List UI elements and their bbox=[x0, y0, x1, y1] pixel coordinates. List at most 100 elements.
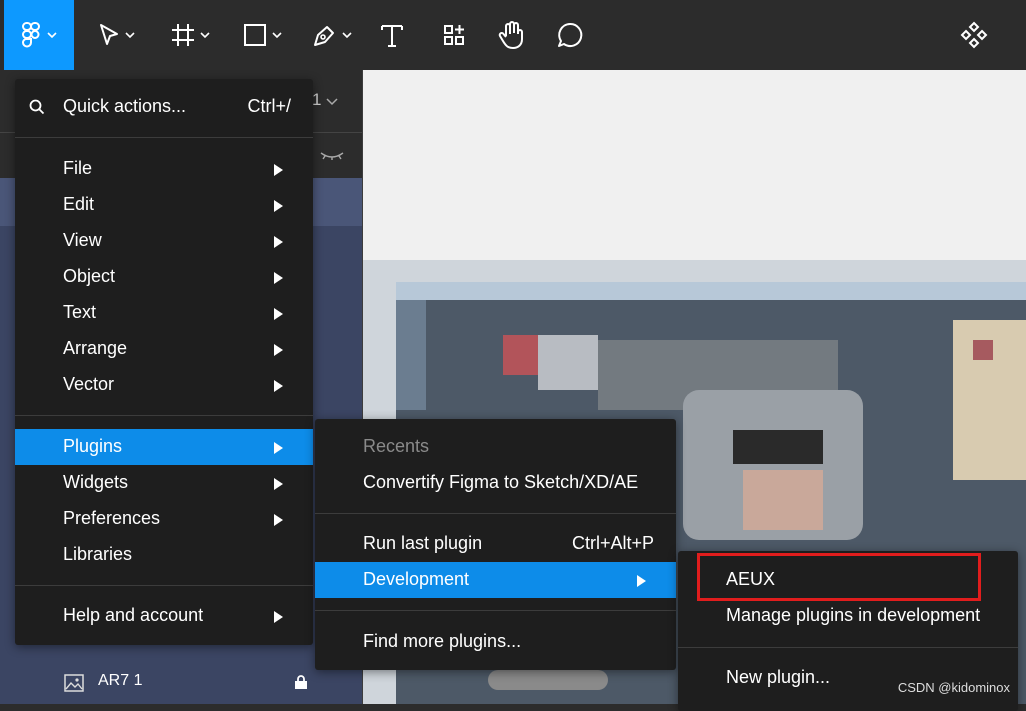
menu-item-manage-plugins[interactable]: Manage plugins in development bbox=[678, 598, 1018, 634]
menu-separator bbox=[678, 647, 1018, 648]
page-name[interactable]: 1 bbox=[312, 90, 321, 110]
hand-icon bbox=[498, 21, 523, 49]
image-pixel-block bbox=[538, 335, 598, 390]
submenu-arrow-icon bbox=[637, 575, 646, 587]
image-pixel-block bbox=[733, 430, 823, 464]
menu-item-shortcut: Ctrl+Alt+P bbox=[571, 533, 654, 553]
menu-item-edit[interactable]: Edit bbox=[15, 187, 313, 223]
submenu-arrow-icon bbox=[274, 380, 283, 392]
menu-item-label: Object bbox=[63, 266, 116, 286]
pen-tool-button[interactable] bbox=[304, 0, 360, 70]
menu-item-preferences[interactable]: Preferences bbox=[15, 501, 313, 537]
hand-tool-button[interactable] bbox=[494, 0, 530, 70]
menu-item-label: Development bbox=[363, 569, 470, 589]
recents-header: Recents bbox=[315, 429, 676, 465]
submenu-arrow-icon bbox=[274, 164, 283, 176]
text-icon bbox=[381, 25, 403, 47]
resources-icon bbox=[444, 25, 464, 45]
menu-item-plugins[interactable]: Plugins bbox=[15, 429, 313, 465]
plugins-submenu: Recents Convertify Figma to Sketch/XD/AE… bbox=[315, 419, 676, 670]
submenu-arrow-icon bbox=[274, 200, 283, 212]
menu-item-label: Quick actions... bbox=[63, 96, 187, 116]
components-icon bbox=[960, 21, 988, 49]
menu-separator bbox=[315, 610, 676, 611]
main-menu-button[interactable] bbox=[4, 0, 74, 70]
layer-name: AR7 1 bbox=[98, 672, 143, 689]
menu-item-label: Libraries bbox=[63, 544, 133, 564]
annotation-highlight-box bbox=[697, 553, 981, 601]
image-pixel-block bbox=[973, 340, 993, 360]
comment-tool-button[interactable] bbox=[552, 0, 588, 70]
text-tool-button[interactable] bbox=[374, 0, 410, 70]
chevron-down-icon bbox=[342, 32, 352, 39]
submenu-arrow-icon bbox=[274, 236, 283, 248]
menu-item-find-more-plugins[interactable]: Find more plugins... bbox=[315, 624, 676, 660]
menu-item-label: Find more plugins... bbox=[363, 631, 522, 651]
menu-item-label: Arrange bbox=[63, 338, 128, 358]
menu-item-quick-actions[interactable]: Quick actions... Ctrl+/ bbox=[15, 89, 313, 125]
components-button[interactable] bbox=[956, 0, 992, 70]
image-pixel-block bbox=[396, 300, 426, 410]
menu-separator bbox=[15, 137, 313, 138]
menu-item-shortcut: Ctrl+/ bbox=[247, 96, 291, 116]
chevron-down-icon bbox=[272, 32, 282, 39]
shape-tool-button[interactable] bbox=[234, 0, 290, 70]
menu-item-file[interactable]: File bbox=[15, 151, 313, 187]
lock-icon[interactable] bbox=[294, 674, 308, 690]
submenu-arrow-icon bbox=[274, 514, 283, 526]
menu-item-label: Edit bbox=[63, 194, 95, 214]
chevron-down-icon[interactable] bbox=[326, 98, 338, 106]
menu-item-libraries[interactable]: Libraries bbox=[15, 537, 313, 573]
comment-icon bbox=[558, 22, 583, 47]
move-tool-button[interactable] bbox=[88, 0, 144, 70]
eye-closed-icon[interactable] bbox=[319, 150, 345, 162]
menu-item-object[interactable]: Object bbox=[15, 259, 313, 295]
menu-item-recent-plugin[interactable]: Convertify Figma to Sketch/XD/AE bbox=[315, 465, 676, 501]
menu-section-label: Recents bbox=[363, 436, 430, 456]
menu-item-label: File bbox=[63, 158, 93, 178]
main-menu: Quick actions... Ctrl+/ File Edit View O… bbox=[15, 79, 313, 645]
menu-item-label: Widgets bbox=[63, 472, 129, 492]
menu-separator bbox=[315, 513, 676, 514]
frame-tool-button[interactable] bbox=[162, 0, 218, 70]
menu-separator bbox=[15, 415, 313, 416]
image-icon bbox=[64, 674, 84, 692]
pen-icon bbox=[314, 26, 334, 46]
resources-button[interactable] bbox=[436, 0, 472, 70]
chevron-down-icon bbox=[125, 32, 135, 39]
menu-separator bbox=[15, 585, 313, 586]
menu-item-label: New plugin... bbox=[726, 667, 831, 687]
image-pixel-block bbox=[488, 670, 608, 690]
menu-item-development[interactable]: Development bbox=[315, 562, 676, 598]
chevron-down-icon bbox=[47, 32, 57, 39]
search-icon bbox=[29, 99, 45, 115]
menu-item-help-and-account[interactable]: Help and account bbox=[15, 598, 313, 634]
submenu-arrow-icon bbox=[274, 344, 283, 356]
submenu-arrow-icon bbox=[274, 611, 283, 623]
menu-item-view[interactable]: View bbox=[15, 223, 313, 259]
menu-item-widgets[interactable]: Widgets bbox=[15, 465, 313, 501]
watermark: CSDN @kidominox bbox=[897, 680, 1010, 695]
submenu-arrow-icon bbox=[274, 478, 283, 490]
layer-row[interactable]: AR7 1 bbox=[0, 660, 362, 704]
menu-item-label: Plugins bbox=[63, 436, 123, 456]
rectangle-icon bbox=[244, 24, 266, 46]
menu-item-label: Help and account bbox=[63, 605, 204, 625]
toolbar bbox=[0, 0, 1026, 70]
menu-item-arrange[interactable]: Arrange bbox=[15, 331, 313, 367]
menu-item-label: Manage plugins in development bbox=[726, 605, 981, 625]
move-cursor-icon bbox=[100, 24, 118, 45]
submenu-arrow-icon bbox=[274, 272, 283, 284]
chevron-down-icon bbox=[200, 32, 210, 39]
submenu-arrow-icon bbox=[274, 308, 283, 320]
frame-hash-icon bbox=[172, 24, 194, 46]
figma-logo-icon bbox=[21, 22, 40, 48]
menu-item-label: Convertify Figma to Sketch/XD/AE bbox=[363, 472, 639, 492]
menu-item-label: Text bbox=[63, 302, 97, 322]
menu-item-run-last-plugin[interactable]: Run last plugin Ctrl+Alt+P bbox=[315, 526, 676, 562]
image-pixel-block bbox=[503, 335, 543, 375]
menu-item-label: Run last plugin bbox=[363, 533, 483, 553]
menu-item-text[interactable]: Text bbox=[15, 295, 313, 331]
menu-item-label: Vector bbox=[63, 374, 115, 394]
menu-item-vector[interactable]: Vector bbox=[15, 367, 313, 403]
